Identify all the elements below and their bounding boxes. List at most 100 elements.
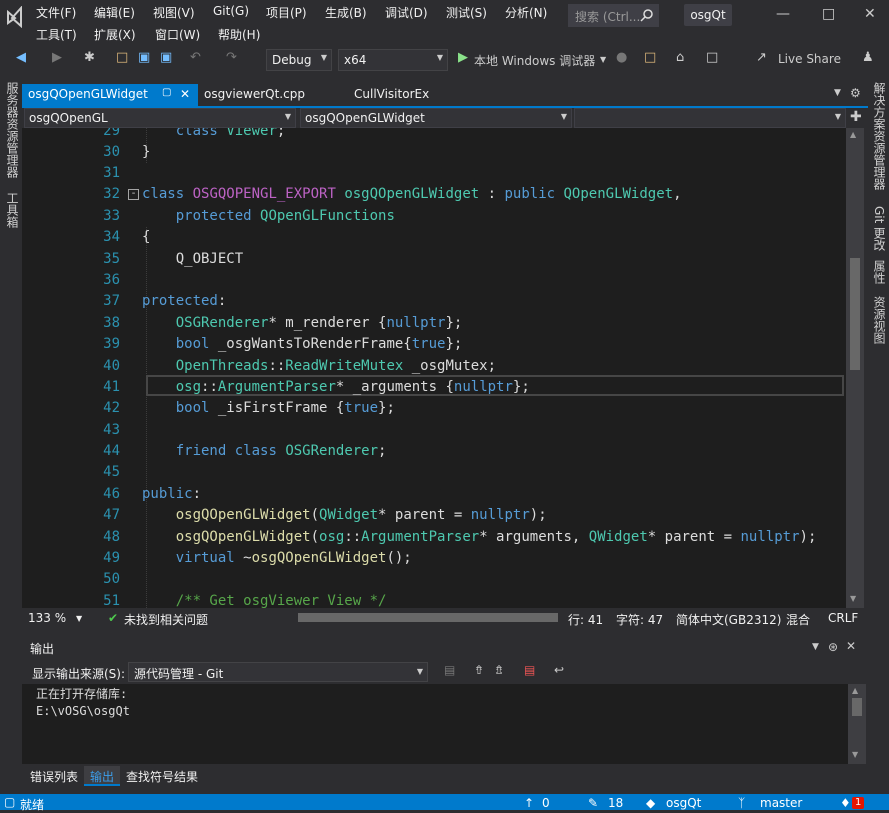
- line-number: 33: [103, 208, 120, 224]
- next-message-icon[interactable]: ⇯: [494, 663, 504, 677]
- menu-project[interactable]: 项目(P): [266, 4, 307, 21]
- folder-icon[interactable]: □: [644, 50, 656, 65]
- redo-icon[interactable]: ↷: [226, 50, 237, 65]
- navigation-bar: osgQOpenGL ▼ osgQOpenGLWidget ▼ ▼ ✚: [22, 108, 868, 128]
- resource-view-tab[interactable]: 资源视图: [871, 296, 888, 344]
- forward-icon[interactable]: ▶: [52, 50, 62, 65]
- chevron-down-icon[interactable]: ▼: [76, 614, 82, 623]
- char-position[interactable]: 字符: 47: [616, 611, 663, 628]
- function-dropdown[interactable]: ▼: [574, 108, 846, 128]
- notification-badge[interactable]: 1: [852, 797, 865, 809]
- line-number: 44: [103, 443, 120, 459]
- menu-edit[interactable]: 编辑(E): [94, 4, 135, 21]
- tab-overflow-icon[interactable]: ▼: [834, 88, 841, 98]
- standard-toolbar: ◀ ▶ ✱ □ ▣ ▣ ↶ ↷ Debug ▼ x64 ▼ ▶ 本地 Windows…: [0, 46, 889, 74]
- minimize-button[interactable]: —: [776, 6, 790, 22]
- menu-debug[interactable]: 调试(D): [385, 4, 428, 21]
- platform-dropdown[interactable]: x64 ▼: [338, 49, 448, 71]
- maximize-button[interactable]: □: [822, 6, 835, 22]
- fire-icon[interactable]: ●: [616, 50, 627, 65]
- tab-output[interactable]: 输出: [84, 766, 121, 786]
- toolbox-tab[interactable]: 工具箱: [4, 192, 21, 228]
- menu-test[interactable]: 测试(S): [446, 4, 487, 21]
- menu-help[interactable]: 帮助(H): [218, 26, 260, 43]
- bookmark-icon[interactable]: □: [706, 50, 718, 65]
- repository-name[interactable]: osgQt: [666, 796, 701, 810]
- menu-analyze[interactable]: 分析(N): [505, 4, 547, 21]
- properties-tab[interactable]: 属性: [871, 260, 888, 284]
- word-wrap-icon[interactable]: ↩: [554, 663, 564, 677]
- pin-icon[interactable]: ▢: [162, 87, 171, 98]
- encoding-status[interactable]: 简体中文(GB2312): [676, 611, 781, 628]
- code-editor[interactable]: 29 30 31 32 33 34 35 36 37 38 39 40 41 4…: [22, 128, 846, 608]
- chevron-down-icon[interactable]: ▼: [812, 642, 819, 652]
- close-button[interactable]: ✕: [864, 6, 876, 22]
- menu-tools[interactable]: 工具(T): [36, 26, 77, 43]
- output-vertical-scrollbar[interactable]: ▲ ▼: [848, 684, 866, 764]
- tab-find-symbol-results[interactable]: 查找符号结果: [120, 766, 204, 786]
- tab-cullvisitorex[interactable]: CullVisitorEx: [348, 84, 488, 106]
- menu-file[interactable]: 文件(F): [36, 4, 76, 21]
- issues-status[interactable]: 未找到相关问题: [124, 611, 208, 628]
- scroll-up-icon[interactable]: ▲: [852, 686, 858, 695]
- admin-icon[interactable]: ♟: [862, 50, 874, 65]
- git-changes-tab[interactable]: Git 更改: [871, 206, 888, 251]
- chevron-down-icon: ▼: [284, 112, 291, 121]
- start-debug-button[interactable]: 本地 Windows 调试器: [474, 52, 595, 69]
- clear-all-icon[interactable]: ▤: [524, 663, 535, 677]
- tab-osgqopenglwidget[interactable]: osgQOpenGLWidget ▢ ✕: [22, 84, 198, 106]
- horizontal-scrollbar[interactable]: [298, 613, 558, 622]
- start-debug-icon[interactable]: ▶: [458, 50, 468, 65]
- pin-icon[interactable]: ⊛: [828, 640, 838, 654]
- solution-explorer-tab[interactable]: 解决方案资源管理器: [871, 82, 888, 190]
- unpushed-count[interactable]: 0: [542, 796, 550, 810]
- save-icon[interactable]: ▣: [138, 50, 150, 65]
- live-share-button[interactable]: Live Share: [778, 52, 841, 66]
- search-icon[interactable]: [640, 8, 654, 22]
- menu-view[interactable]: 视图(V): [153, 4, 195, 21]
- push-icon[interactable]: ↑: [524, 796, 534, 810]
- member-dropdown[interactable]: osgQOpenGLWidget ▼: [300, 108, 572, 128]
- menu-build[interactable]: 生成(B): [325, 4, 367, 21]
- scroll-down-icon[interactable]: ▼: [852, 750, 858, 759]
- collapse-icon[interactable]: -: [128, 189, 139, 200]
- scope-dropdown[interactable]: osgQOpenGL ▼: [24, 108, 296, 128]
- split-editor-icon[interactable]: ✚: [850, 109, 862, 125]
- save-all-icon[interactable]: ▣: [160, 50, 172, 65]
- undo-icon[interactable]: ↶: [190, 50, 201, 65]
- branch-name[interactable]: master: [760, 796, 802, 810]
- tab-error-list[interactable]: 错误列表: [24, 766, 84, 786]
- menu-git[interactable]: Git(G): [213, 4, 249, 18]
- find-message-icon[interactable]: ▤: [444, 663, 455, 677]
- notifications-icon[interactable]: ♦: [840, 796, 851, 810]
- settings-icon[interactable]: ⚙: [850, 86, 861, 100]
- output-text[interactable]: 正在打开存储库: E:\vOSG\osgQt: [22, 684, 848, 764]
- line-position[interactable]: 行: 41: [568, 611, 603, 628]
- changes-count[interactable]: 18: [608, 796, 623, 810]
- chevron-down-icon[interactable]: ▼: [600, 55, 606, 64]
- output-source-dropdown[interactable]: 源代码管理 - Git ▼: [128, 662, 428, 682]
- prev-message-icon[interactable]: ⇮: [474, 663, 484, 677]
- scroll-up-icon[interactable]: ▲: [850, 130, 856, 139]
- open-folder-icon[interactable]: □: [116, 50, 128, 65]
- whitespace-status[interactable]: 混合: [786, 611, 810, 628]
- tab-osgviewerqt[interactable]: osgviewerQt.cpp: [198, 84, 338, 106]
- home-icon[interactable]: ⌂: [676, 50, 684, 65]
- back-icon[interactable]: ◀: [16, 50, 26, 65]
- scrollbar-thumb[interactable]: [850, 258, 860, 370]
- edit-icon[interactable]: ✎: [588, 796, 598, 810]
- zoom-level[interactable]: 133 %: [28, 611, 66, 625]
- share-icon[interactable]: ↗: [756, 50, 767, 65]
- close-tab-icon[interactable]: ✕: [180, 87, 190, 101]
- scrollbar-thumb[interactable]: [852, 698, 862, 716]
- configuration-dropdown[interactable]: Debug ▼: [266, 49, 332, 71]
- server-explorer-tab[interactable]: 服务器资源管理器: [4, 82, 21, 178]
- new-item-icon[interactable]: ✱: [84, 50, 95, 65]
- repo-icon[interactable]: ◆: [646, 796, 655, 810]
- branch-icon[interactable]: ᛉ: [738, 796, 745, 810]
- scroll-down-icon[interactable]: ▼: [850, 594, 856, 603]
- menu-window[interactable]: 窗口(W): [155, 26, 200, 43]
- menu-extensions[interactable]: 扩展(X): [94, 26, 136, 43]
- line-ending-status[interactable]: CRLF: [828, 611, 858, 625]
- close-panel-icon[interactable]: ✕: [846, 639, 856, 653]
